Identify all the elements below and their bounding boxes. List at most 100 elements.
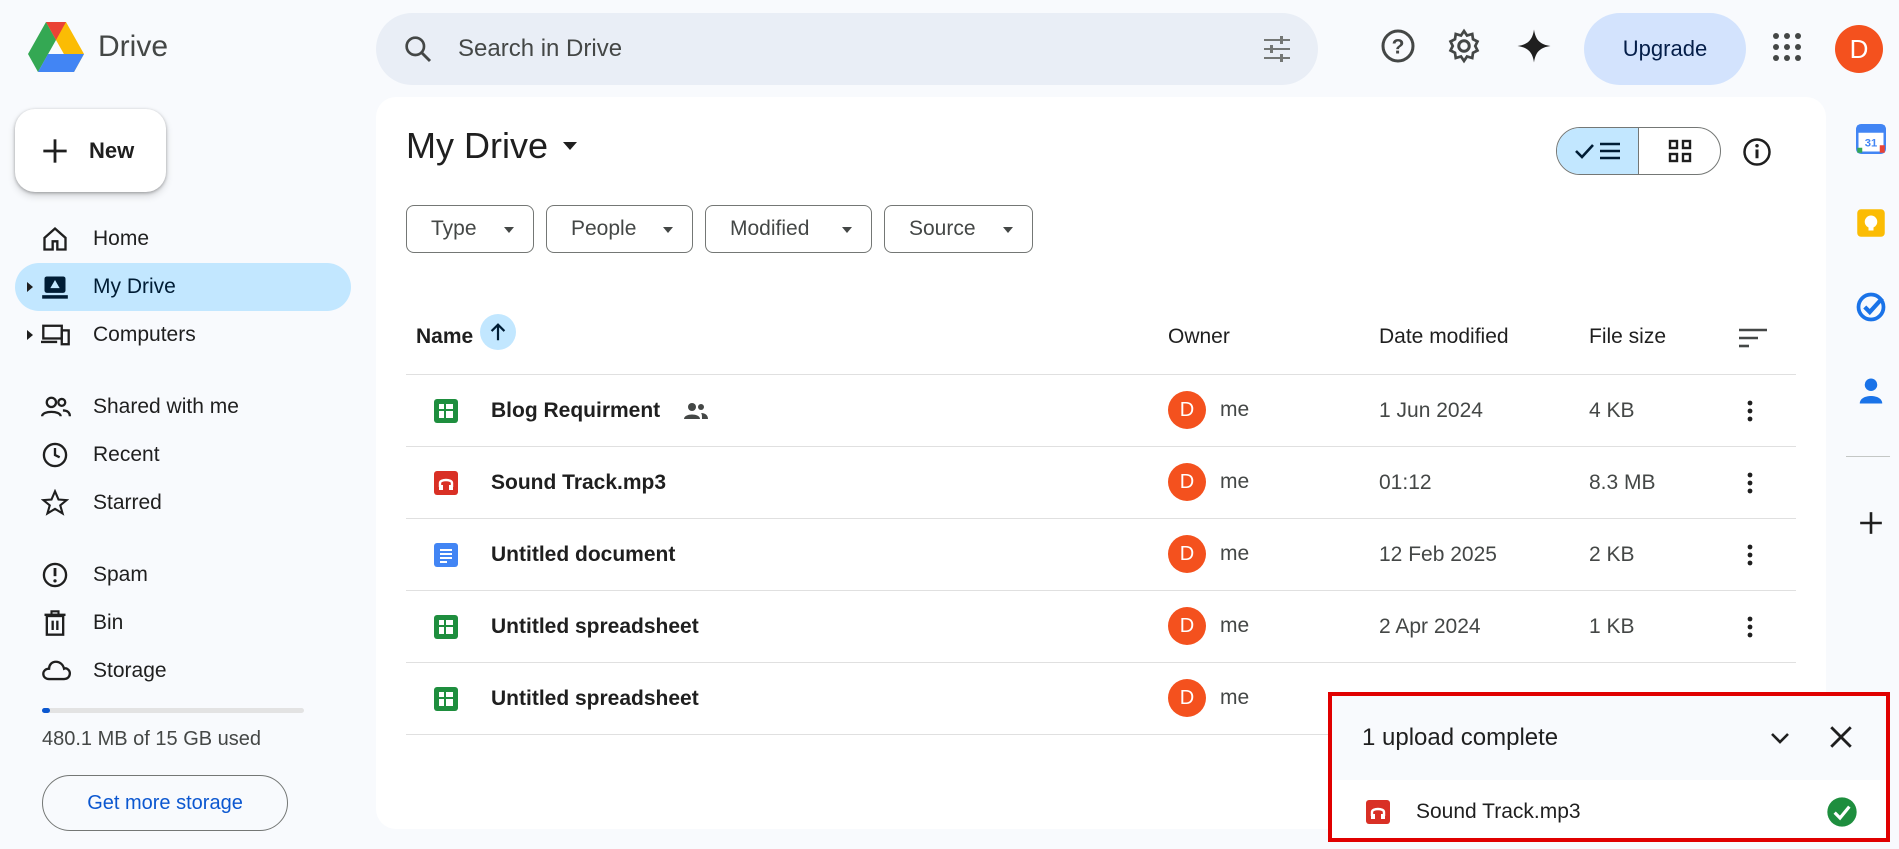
clock-icon xyxy=(42,442,68,468)
rail-divider xyxy=(1846,456,1890,457)
audio-file-icon xyxy=(1366,800,1390,824)
sidebar-item-label: Bin xyxy=(93,611,124,634)
filter-chip-modified[interactable]: Modified xyxy=(705,205,872,253)
column-header-owner[interactable]: Owner xyxy=(1168,325,1230,349)
file-date-modified: 01:12 xyxy=(1379,471,1432,494)
filter-chip-people[interactable]: People xyxy=(546,205,693,253)
arrow-up-icon xyxy=(490,323,506,341)
owner-name: me xyxy=(1220,614,1250,637)
file-name[interactable]: Sound Track.mp3 xyxy=(491,471,666,495)
page-title[interactable]: My Drive xyxy=(406,125,578,167)
table-row[interactable]: Untitled document D me 12 Feb 2025 2 KB xyxy=(406,519,1796,591)
spam-icon xyxy=(42,562,68,588)
caret-down-icon xyxy=(1003,227,1013,233)
column-header-date-modified[interactable]: Date modified xyxy=(1379,325,1509,349)
file-name[interactable]: Untitled spreadsheet xyxy=(491,615,699,639)
file-size: 2 KB xyxy=(1589,543,1635,566)
list-view-button[interactable] xyxy=(1557,128,1639,174)
help-icon[interactable]: ? xyxy=(1380,28,1416,64)
file-owner: D me xyxy=(1168,391,1249,429)
filter-chip-label: Modified xyxy=(730,217,810,240)
column-header-file-size[interactable]: File size xyxy=(1589,325,1666,349)
file-name-text: Sound Track.mp3 xyxy=(491,471,667,494)
info-icon[interactable] xyxy=(1742,137,1772,167)
table-row[interactable]: Sound Track.mp3 D me 01:12 8.3 MB xyxy=(406,447,1796,519)
sidebar-item-computers[interactable]: Computers xyxy=(15,311,351,359)
more-vert-icon[interactable] xyxy=(1746,615,1754,639)
search-options-icon[interactable] xyxy=(1262,35,1292,63)
trash-icon xyxy=(44,610,66,636)
apps-grid-icon[interactable] xyxy=(1772,32,1802,62)
sidebar-item-starred[interactable]: Starred xyxy=(15,479,351,527)
my-drive-icon xyxy=(42,276,68,299)
filter-chip-source[interactable]: Source xyxy=(884,205,1033,253)
svg-text:?: ? xyxy=(1392,36,1405,59)
sidebar-item-my-drive[interactable]: My Drive xyxy=(15,263,351,311)
sidebar-item-label: Shared with me xyxy=(93,395,239,418)
grid-view-button[interactable] xyxy=(1639,128,1720,174)
file-owner: D me xyxy=(1168,463,1249,501)
drive-logo[interactable]: Drive xyxy=(28,22,168,72)
file-name-text: Untitled spreadsheet xyxy=(491,615,699,638)
new-button-label: New xyxy=(89,137,135,163)
search-input[interactable] xyxy=(458,29,1198,69)
caret-down-icon xyxy=(663,227,673,233)
contacts-icon[interactable] xyxy=(1856,376,1886,406)
filter-chip-label: Type xyxy=(431,217,477,240)
expand-arrow-icon[interactable] xyxy=(25,328,35,342)
column-header-name[interactable]: Name xyxy=(416,325,473,349)
get-more-storage-button[interactable]: Get more storage xyxy=(42,775,288,831)
upload-status-panel: 1 upload complete Sound Track.mp3 xyxy=(1328,692,1890,842)
sort-ascending-button[interactable] xyxy=(480,314,516,350)
plus-icon xyxy=(43,138,67,163)
drive-logo-icon xyxy=(28,22,84,72)
sidebar-item-home[interactable]: Home xyxy=(15,215,351,263)
new-button[interactable]: New xyxy=(15,109,166,192)
chevron-down-icon xyxy=(563,142,577,150)
google-docs-icon xyxy=(434,543,458,567)
gemini-sparkle-icon[interactable] xyxy=(1516,28,1552,64)
upgrade-button[interactable]: Upgrade xyxy=(1584,13,1746,85)
audio-file-icon xyxy=(434,471,458,495)
sidebar-item-recent[interactable]: Recent xyxy=(15,431,351,479)
upload-item-name: Sound Track.mp3 xyxy=(1416,800,1581,823)
more-vert-icon[interactable] xyxy=(1746,471,1754,495)
keep-icon[interactable] xyxy=(1856,208,1886,238)
home-icon xyxy=(43,226,67,251)
sort-options-icon[interactable] xyxy=(1738,327,1768,349)
more-vert-icon[interactable] xyxy=(1746,543,1754,567)
sidebar-item-label: Recent xyxy=(93,443,160,466)
more-vert-icon[interactable] xyxy=(1746,399,1754,423)
close-icon[interactable] xyxy=(1828,724,1854,750)
tasks-icon[interactable] xyxy=(1856,292,1886,322)
account-avatar[interactable]: D xyxy=(1835,25,1883,73)
upload-item[interactable]: Sound Track.mp3 xyxy=(1332,780,1886,842)
sidebar-item-storage[interactable]: Storage xyxy=(15,647,351,695)
filter-chip-type[interactable]: Type xyxy=(406,205,534,253)
expand-arrow-icon[interactable] xyxy=(25,280,35,294)
file-date-modified: 12 Feb 2025 xyxy=(1379,543,1497,566)
file-size: 4 KB xyxy=(1589,399,1635,422)
table-row[interactable]: Untitled spreadsheet D me 2 Apr 2024 1 K… xyxy=(406,591,1796,663)
owner-name: me xyxy=(1220,686,1250,709)
search-bar[interactable] xyxy=(376,13,1318,85)
sidebar-item-bin[interactable]: Bin xyxy=(15,599,351,647)
settings-gear-icon[interactable] xyxy=(1446,28,1482,64)
calendar-icon[interactable]: 31 xyxy=(1856,124,1886,154)
add-addon-icon[interactable] xyxy=(1858,510,1884,536)
search-icon[interactable] xyxy=(402,33,434,65)
sidebar-item-label: My Drive xyxy=(93,275,176,298)
sidebar-item-spam[interactable]: Spam xyxy=(15,551,351,599)
table-row[interactable]: Blog Requirment D me 1 Jun 2024 4 KB xyxy=(406,375,1796,447)
sidebar-item-shared-with-me[interactable]: Shared with me xyxy=(15,383,351,431)
sidebar-item-label: Starred xyxy=(93,491,162,514)
file-name[interactable]: Untitled document xyxy=(491,543,675,567)
sidebar-item-label: Home xyxy=(93,227,150,250)
grid-icon xyxy=(1668,139,1691,163)
file-name[interactable]: Blog Requirment xyxy=(491,399,709,423)
file-date-modified: 1 Jun 2024 xyxy=(1379,399,1483,422)
file-name[interactable]: Untitled spreadsheet xyxy=(491,687,699,711)
file-owner: D me xyxy=(1168,535,1249,573)
check-list-icon xyxy=(1574,142,1620,160)
chevron-down-icon[interactable] xyxy=(1768,726,1792,750)
